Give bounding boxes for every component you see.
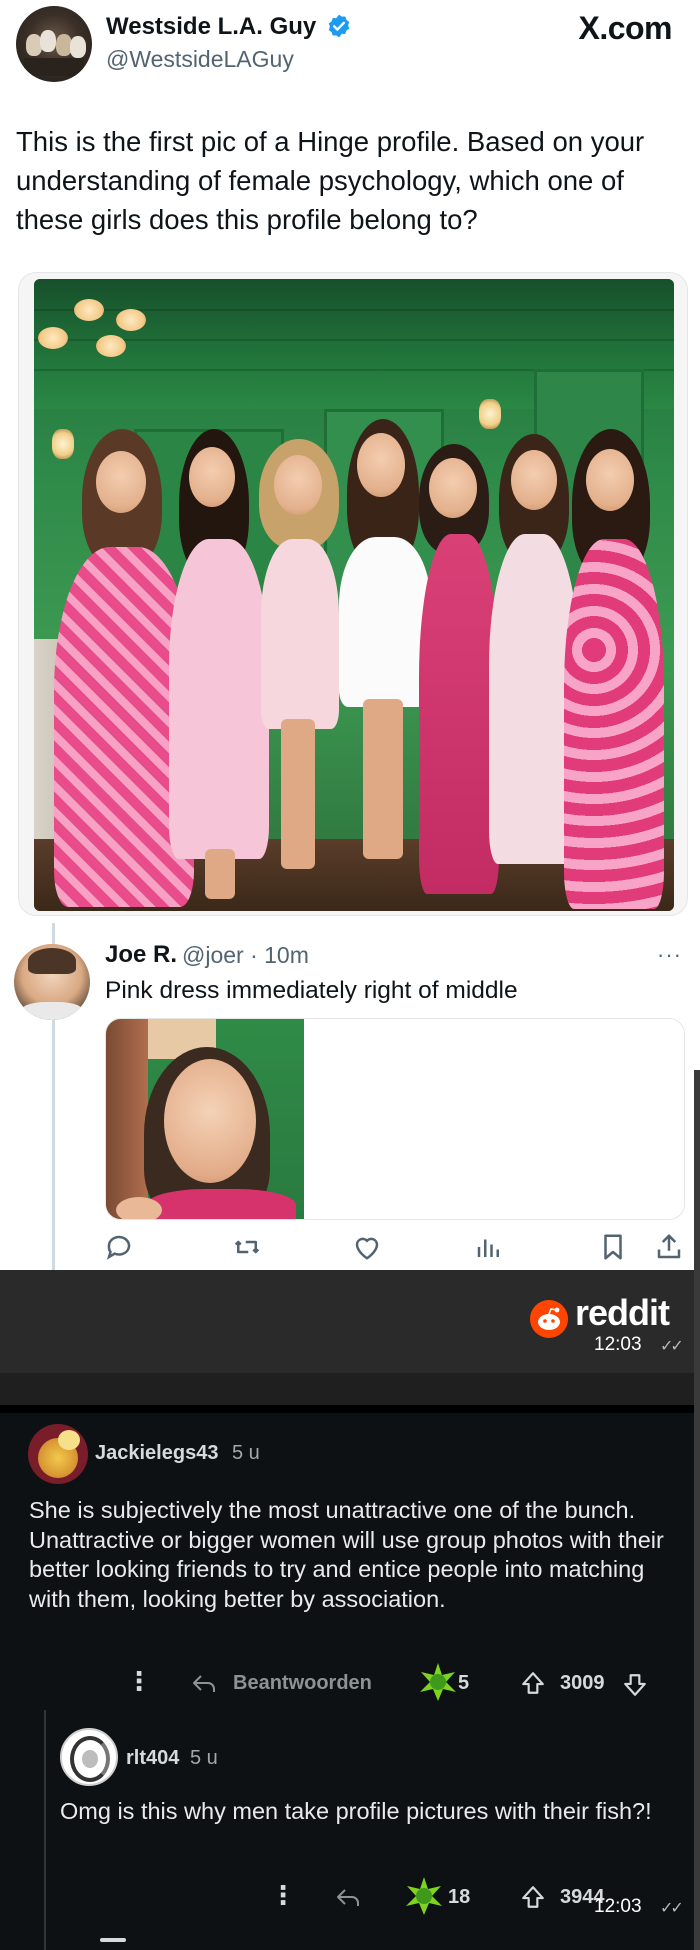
like-icon[interactable] [352, 1232, 382, 1262]
reply-button[interactable]: Beantwoorden [233, 1672, 372, 1695]
more-options-icon[interactable]: ⋮ [126, 1666, 152, 1697]
commenter-avatar[interactable] [60, 1728, 118, 1786]
author-avatar[interactable] [16, 6, 92, 82]
verified-badge-icon [328, 14, 350, 38]
timestamp-top: 12:03 [594, 1334, 642, 1355]
tweet-text: This is the first pic of a Hinge profile… [16, 126, 645, 235]
source-label: X.com [578, 10, 672, 46]
upvote-icon[interactable] [520, 1884, 546, 1910]
comment-age: 5 u [190, 1747, 218, 1769]
repost-icon[interactable] [232, 1232, 262, 1262]
comment-username[interactable]: Jackielegs43 [95, 1442, 218, 1465]
reply-icon[interactable] [334, 1886, 362, 1910]
more-options-icon[interactable]: ⋮ [270, 1880, 296, 1911]
tweet-screenshot: Westside L.A. Guy @WestsideLAGuy X.com T… [0, 0, 700, 1270]
comment-username[interactable]: rlt404 [126, 1747, 179, 1770]
timestamp-bottom: 12:03 [594, 1896, 642, 1917]
reply-author-meta[interactable]: @joer · 10m [182, 942, 309, 969]
comment-age: 5 u [232, 1442, 260, 1464]
tweet-action-bar [0, 1228, 700, 1268]
reply-media-card[interactable] [105, 1018, 685, 1220]
reddit-spacer [0, 1373, 700, 1405]
scrollbar[interactable] [694, 1070, 700, 1950]
comment-action-bar: ⋮ 18 3944 [0, 1877, 694, 1916]
commenter-avatar[interactable] [28, 1424, 88, 1484]
award-icon[interactable] [418, 1662, 458, 1702]
group-photo[interactable] [34, 279, 674, 911]
views-icon[interactable] [474, 1232, 504, 1262]
comment-icon[interactable] [104, 1232, 134, 1262]
score: 3009 [560, 1672, 605, 1694]
nav-indicator [100, 1938, 126, 1942]
author-handle[interactable]: @WestsideLAGuy [106, 46, 294, 73]
bookmark-icon[interactable] [598, 1232, 628, 1262]
reply-icon[interactable] [190, 1672, 218, 1696]
upvote-icon[interactable] [520, 1670, 546, 1696]
comment-text: She is subjectively the most unattractiv… [29, 1497, 664, 1612]
downvote-icon[interactable] [622, 1672, 648, 1698]
author-name[interactable]: Westside L.A. Guy [106, 13, 316, 41]
share-icon[interactable] [654, 1232, 684, 1262]
comment-action-bar: ⋮ Beantwoorden 5 3009 [0, 1663, 694, 1702]
read-ticks-icon: ✓✓ [660, 1338, 684, 1355]
tweet-media-card[interactable] [18, 272, 688, 916]
reply-text: Pink dress immediately right of middle [105, 977, 518, 1004]
award-icon[interactable] [404, 1876, 444, 1916]
more-options-icon[interactable]: ··· [657, 942, 682, 968]
award-count: 18 [448, 1886, 471, 1908]
read-ticks-icon: ✓✓ [660, 1900, 684, 1917]
reddit-logo-icon [530, 1300, 568, 1338]
comment-text: Omg is this why men take profile picture… [60, 1798, 652, 1824]
award-count: 5 [458, 1672, 470, 1694]
reply-author-name[interactable]: Joe R. [105, 941, 177, 969]
cropped-photo[interactable] [106, 1019, 304, 1219]
reddit-wordmark: reddit [575, 1292, 670, 1333]
reply-avatar[interactable] [14, 944, 90, 1020]
